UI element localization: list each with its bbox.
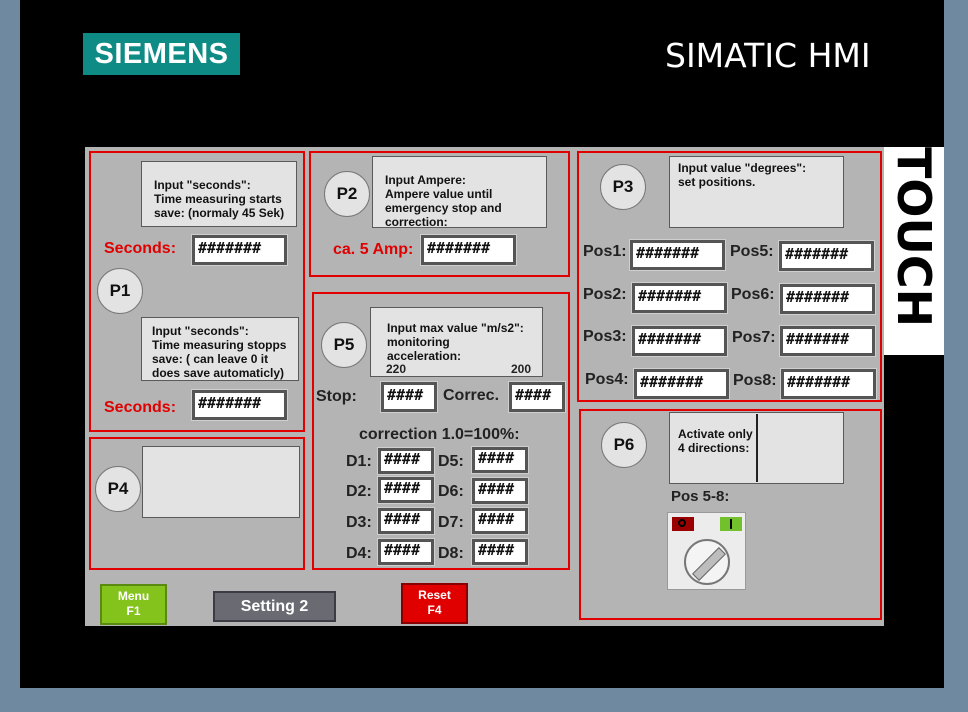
setting-2-button[interactable]: Setting 2 (213, 591, 336, 622)
p5-d7-field[interactable]: #### (471, 507, 529, 535)
p5-d1-label: D1: (346, 453, 372, 470)
p5-correc-field[interactable]: #### (508, 381, 566, 413)
on-indicator-icon (720, 517, 742, 531)
p1-stop-description: Input "seconds": Time measuring stopps s… (141, 317, 299, 381)
p2-ampere-field[interactable]: ####### (420, 234, 517, 266)
p3-pos1-label: Pos1: (583, 243, 627, 260)
p5-d3-field[interactable]: #### (377, 507, 435, 535)
p3-description: Input value "degrees": set positions. (669, 156, 844, 228)
p4-badge: P4 (95, 466, 141, 512)
p5-d2-label: D2: (346, 483, 372, 500)
p6-switch-label: Pos 5-8: (671, 488, 730, 505)
p6-selector-switch[interactable] (667, 512, 746, 590)
p2-ampere-label: ca. 5 Amp: (333, 241, 414, 258)
p5-stop-label: Stop: (316, 388, 357, 405)
p5-range-min: 220 (386, 362, 407, 376)
reset-button[interactable]: Reset F4 (401, 583, 468, 624)
p3-pos3-field[interactable]: ####### (631, 325, 728, 357)
p1-stop-seconds-field[interactable]: ####### (191, 389, 288, 421)
p3-pos7-label: Pos7: (732, 329, 776, 346)
p3-pos2-label: Pos2: (583, 286, 627, 303)
p4-text-box (142, 446, 300, 518)
p5-d8-label: D8: (438, 545, 464, 562)
p5-d2-field[interactable]: #### (377, 476, 435, 504)
p3-pos1-field[interactable]: ####### (629, 239, 726, 271)
p3-pos3-label: Pos3: (583, 328, 627, 345)
p5-d4-label: D4: (346, 545, 372, 562)
p6-divider (756, 414, 758, 482)
p3-pos5-field[interactable]: ####### (778, 240, 875, 272)
p5-d5-label: D5: (438, 453, 464, 470)
p5-badge: P5 (321, 322, 367, 368)
p3-pos4-field[interactable]: ####### (633, 368, 730, 400)
siemens-logo: SIEMENS (83, 33, 240, 75)
p5-stop-field[interactable]: #### (380, 381, 438, 413)
off-indicator-icon (672, 517, 694, 531)
p3-pos2-field[interactable]: ####### (631, 282, 728, 314)
p6-badge: P6 (601, 422, 647, 468)
p3-pos6-field[interactable]: ####### (779, 283, 876, 315)
rotary-knob-icon[interactable] (684, 539, 730, 585)
p3-pos8-label: Pos8: (733, 372, 777, 389)
p1-stop-seconds-label: Seconds: (104, 399, 177, 416)
p5-correction-title: correction 1.0=100%: (359, 426, 520, 443)
p5-d6-label: D6: (438, 483, 464, 500)
p2-description: Input Ampere: Ampere value until emergen… (372, 156, 547, 229)
p1-start-seconds-field[interactable]: ####### (191, 234, 288, 266)
p5-d6-field[interactable]: #### (471, 477, 529, 505)
p1-start-description: Input "seconds": Time measuring starts s… (141, 161, 297, 227)
p5-d4-field[interactable]: #### (377, 538, 435, 566)
p1-badge: P1 (97, 268, 143, 314)
p3-badge: P3 (600, 164, 646, 210)
p3-pos6-label: Pos6: (731, 286, 775, 303)
p5-range-max: 200 (511, 362, 532, 376)
p5-d3-label: D3: (346, 514, 372, 531)
touch-label: TOUCH (884, 147, 944, 355)
menu-button[interactable]: Menu F1 (100, 584, 167, 625)
p5-d7-label: D7: (438, 514, 464, 531)
p5-d8-field[interactable]: #### (471, 538, 529, 566)
p5-d5-field[interactable]: #### (471, 446, 529, 474)
simatic-hmi-title: SIMATIC HMI (665, 36, 871, 75)
p3-pos7-field[interactable]: ####### (779, 325, 876, 357)
p5-correc-label: Correc. (443, 387, 500, 404)
p2-badge: P2 (324, 171, 370, 217)
p3-pos4-label: Pos4: (585, 371, 629, 388)
p3-pos8-field[interactable]: ####### (780, 368, 877, 400)
p3-pos5-label: Pos5: (730, 243, 774, 260)
p5-d1-field[interactable]: #### (377, 447, 435, 475)
p1-start-seconds-label: Seconds: (104, 240, 177, 257)
